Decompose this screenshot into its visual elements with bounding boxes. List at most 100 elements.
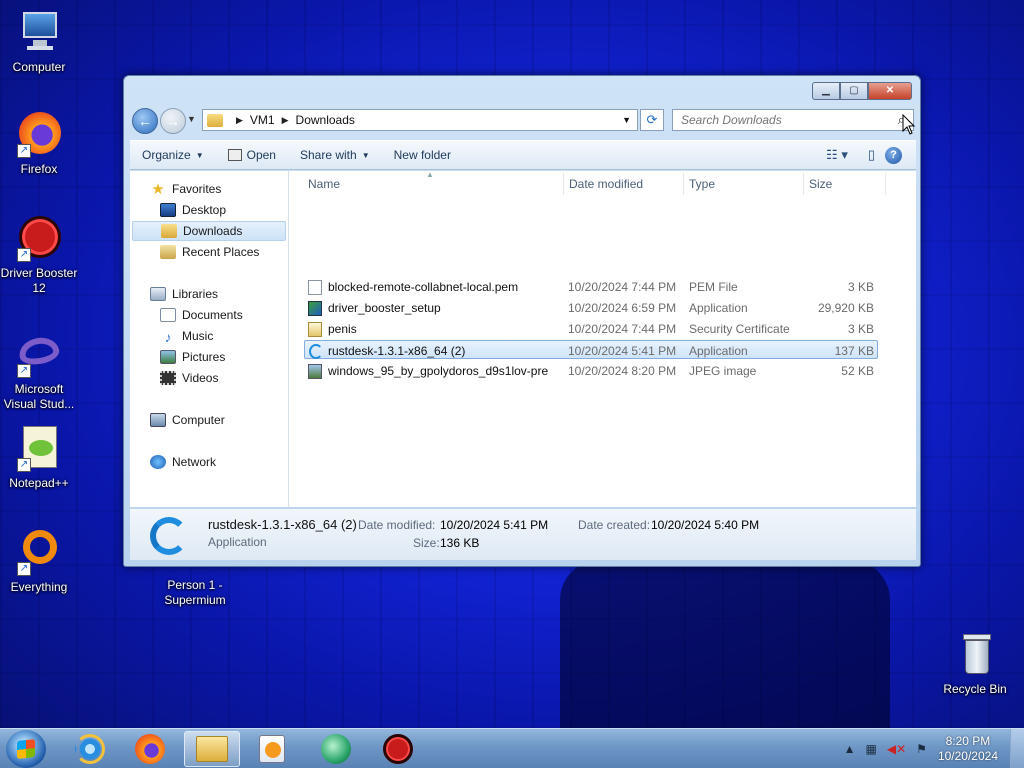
column-size[interactable]: Size [809,177,832,191]
desktop-icon-firefox[interactable]: ↗ Firefox [0,110,81,177]
desktop-icon-notepadpp[interactable]: ↗ Notepad++ [0,424,81,491]
breadcrumb-vm1[interactable]: VM1 [250,113,275,127]
file-row[interactable]: windows_95_by_gpolydoros_d9s1lov-pre 10/… [304,361,878,380]
file-size: 29,920 KB [817,301,874,315]
recent-places-icon [160,245,176,259]
maximize-button[interactable]: ▢ [840,82,868,100]
music-icon: ♪ [164,329,172,345]
file-type: JPEG image [689,364,757,378]
taskbar-app-green[interactable] [308,731,364,767]
nav-network[interactable]: Network [150,452,216,472]
file-row-selected[interactable]: rustdesk-1.3.1-x86_64 (2) 10/20/2024 5:4… [304,340,878,359]
file-date: 10/20/2024 6:59 PM [568,301,677,315]
nav-label: Recent Places [182,245,260,259]
nav-favorites[interactable]: ★ Favorites [150,179,221,199]
file-row[interactable]: driver_booster_setup 10/20/2024 6:59 PM … [304,298,878,317]
shortcut-arrow-icon: ↗ [17,364,31,378]
view-controls: ☷ ▾ ▯ ? [816,146,916,164]
driver-booster-icon [383,734,413,764]
explorer-window[interactable]: ▁ ▢ ✕ ← → ▼ ▶ VM1 ▶ Downloads ▼ ⟳ ⌕ Orga… [123,75,921,567]
forward-button[interactable]: → [160,108,186,134]
column-header: ▲ Name Date modified Type Size [290,170,916,197]
file-size: 137 KB [834,344,874,358]
open-button[interactable]: Open [216,141,288,169]
clock-time: 8:20 PM [945,734,991,748]
desktop-icon-visual-studio[interactable]: ↗ Microsoft Visual Stud... [0,330,81,412]
rustdesk-icon [150,517,188,555]
nav-downloads[interactable]: Downloads [132,221,286,241]
volume-muted-icon[interactable]: ◀✕ [887,742,906,756]
back-button[interactable]: ← [132,108,158,134]
column-type[interactable]: Type [689,177,715,191]
show-hidden-icons-icon[interactable]: ▲ [844,742,856,756]
new-folder-label: New folder [393,148,451,162]
column-date-modified[interactable]: Date modified [569,177,643,191]
recent-pages-dropdown[interactable]: ▼ [187,114,196,124]
videos-icon [160,371,176,385]
chevron-down-icon: ▼ [361,150,370,160]
details-size: 136 KB [440,536,480,550]
start-button[interactable] [6,730,46,768]
taskbar-windows-explorer[interactable] [184,731,240,767]
minimize-button[interactable]: ▁ [812,82,840,100]
breadcrumb-downloads[interactable]: Downloads [296,113,355,127]
desktop-icon-recycle-bin[interactable]: Recycle Bin [933,630,1017,697]
action-center-flag-icon[interactable]: ⚑ [916,742,927,756]
change-view-button[interactable]: ☷ ▾ [826,147,848,163]
desktop-icon-label: Person 1 - Supermium [164,578,226,607]
search-input[interactable] [673,110,883,130]
file-row[interactable]: blocked-remote-collabnet-local.pem 10/20… [304,277,878,296]
nav-recent-places[interactable]: Recent Places [160,242,259,262]
file-name: rustdesk-1.3.1-x86_64 (2) [328,344,466,358]
new-folder-button[interactable]: New folder [382,141,463,169]
nav-label: Desktop [182,203,227,217]
desktop-icon-supermium[interactable]: Person 1 - Supermium [153,578,237,608]
nav-desktop[interactable]: Desktop [160,200,226,220]
nav-pictures[interactable]: Pictures [160,347,225,367]
desktop-icon-driver-booster[interactable]: ↗ Driver Booster 12 [0,214,81,296]
driver-booster-icon: ↗ [15,214,63,262]
file-type: Application [689,301,748,315]
column-name[interactable]: Name [308,177,340,191]
share-with-button[interactable]: Share with ▼ [288,141,382,169]
details-pane: rustdesk-1.3.1-x86_64 (2) Application Da… [130,508,916,560]
refresh-button[interactable]: ⟳ [640,109,664,131]
firefox-icon [135,734,165,764]
taskbar-media-player[interactable] [244,731,300,767]
breadcrumb-separator-icon: ▶ [281,114,289,125]
taskbar-driver-booster[interactable] [370,731,426,767]
nav-label: Pictures [182,350,226,364]
show-desktop-button[interactable] [1010,729,1024,768]
search-box[interactable]: ⌕ [672,109,914,131]
taskbar-firefox[interactable] [122,731,178,767]
file-size: 3 KB [847,280,874,294]
nav-label: Music [182,329,214,343]
nav-computer[interactable]: Computer [150,410,225,430]
organize-button[interactable]: Organize ▼ [130,141,216,169]
close-button[interactable]: ✕ [868,82,912,100]
organize-label: Organize [142,148,191,162]
file-row[interactable]: penis 10/20/2024 7:44 PM Security Certif… [304,319,878,338]
file-name: blocked-remote-collabnet-local.pem [328,280,519,294]
network-tray-icon[interactable]: ▦ [866,742,877,756]
taskbar-internet-explorer[interactable] [62,731,118,767]
clock[interactable]: 8:20 PM 10/20/2024 [938,734,998,764]
system-tray: ▲ ▦ ◀✕ ⚑ 8:20 PM 10/20/2024 [839,729,1024,768]
visual-studio-icon: ↗ [15,330,63,378]
desktop-icon-computer[interactable]: Computer [0,8,81,75]
desktop-icon-everything[interactable]: ↗ Everything [0,528,81,595]
nav-documents[interactable]: Documents [160,305,243,325]
pem-file-icon [308,280,322,295]
nav-music[interactable]: ♪ Music [160,326,214,346]
file-date: 10/20/2024 8:20 PM [568,364,677,378]
preview-pane-button[interactable]: ▯ [868,147,875,163]
taskbar: ▲ ▦ ◀✕ ⚑ 8:20 PM 10/20/2024 [0,728,1024,768]
internet-explorer-icon [75,734,105,764]
nav-videos[interactable]: Videos [160,368,218,388]
help-icon[interactable]: ? [885,146,902,164]
address-bar[interactable]: ▶ VM1 ▶ Downloads ▼ [202,109,638,131]
details-date-modified-label: Date modified: [358,518,436,532]
address-dropdown-icon[interactable]: ▼ [622,115,631,125]
nav-libraries[interactable]: Libraries [150,284,218,304]
network-icon [150,455,166,469]
